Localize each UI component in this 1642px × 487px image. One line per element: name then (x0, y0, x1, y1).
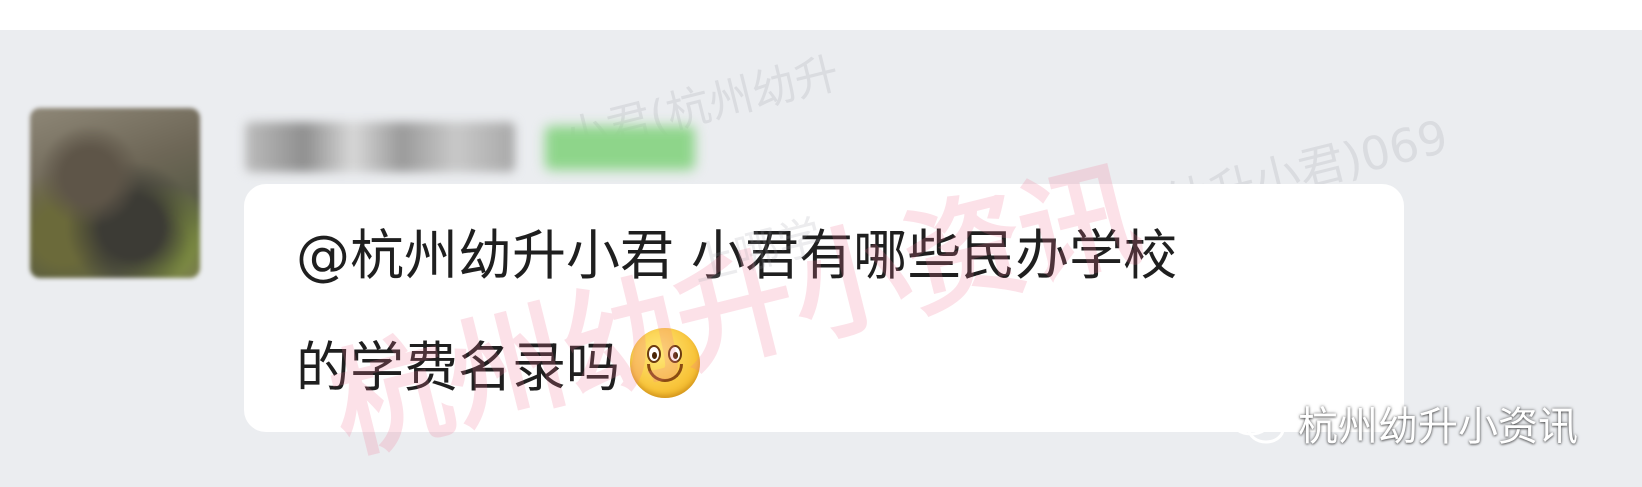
sender-name-blurred (245, 122, 515, 172)
message-text-line: 的学费名录吗 (296, 328, 700, 406)
message-text: 的学费名录吗 (296, 336, 620, 399)
message-text-line: @杭州幼升小君 小君有哪些民办学校 (296, 224, 1178, 287)
brand-label: 杭州幼升小资讯 (1298, 404, 1578, 450)
smiley-emoji-icon (630, 328, 700, 399)
wechat-icon (1229, 402, 1285, 444)
sender-tag-blurred (545, 126, 695, 170)
avatar[interactable] (30, 108, 200, 278)
brand-watermark: 杭州幼升小资讯 (1228, 394, 1578, 452)
top-strip (0, 0, 1642, 30)
